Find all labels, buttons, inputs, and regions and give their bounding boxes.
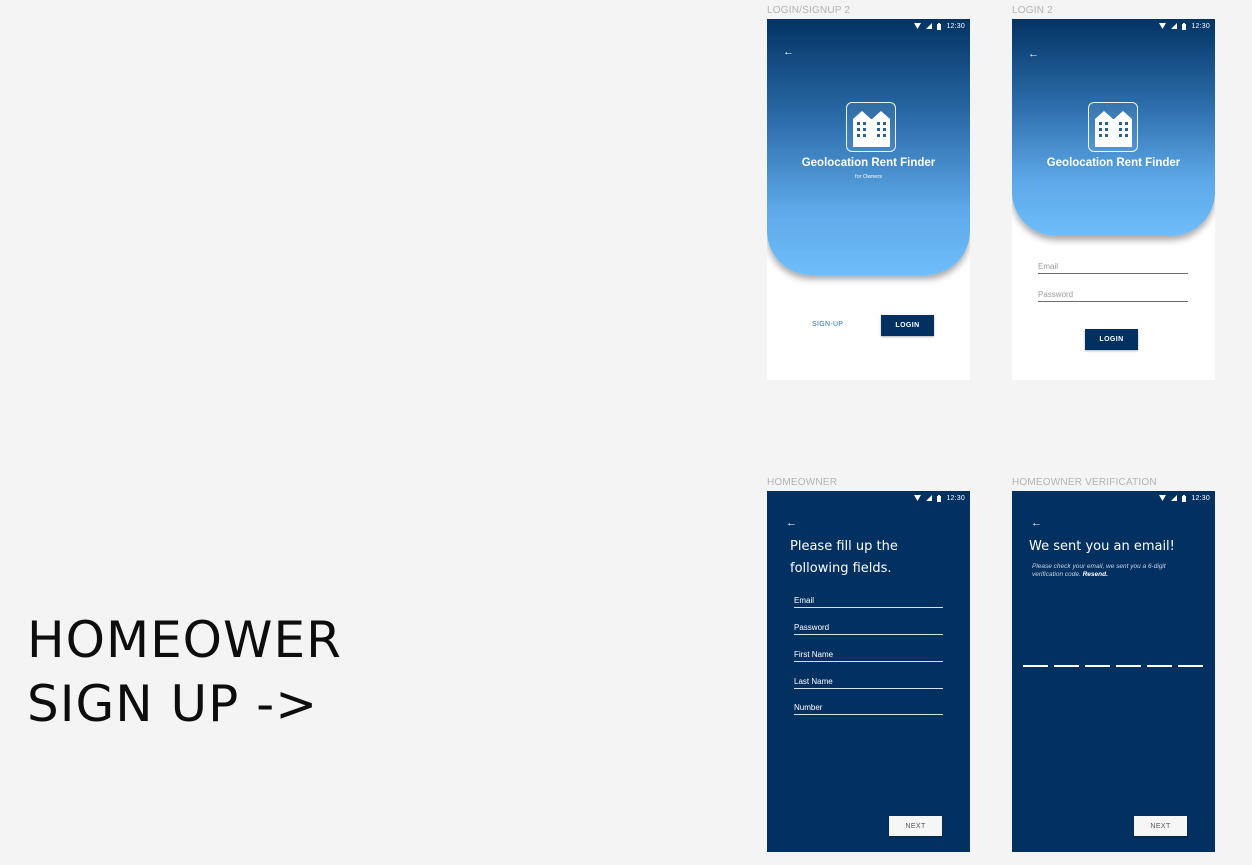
caption-line-2: SIGN UP ->	[27, 675, 319, 733]
signal-icon	[1171, 23, 1178, 29]
next-button[interactable]: NEXT	[1134, 816, 1187, 836]
email-field[interactable]: Email	[1038, 262, 1188, 274]
battery-icon	[937, 22, 942, 30]
status-time: 12:30	[946, 494, 965, 502]
app-title: Geolocation Rent Finder	[801, 157, 936, 169]
signal-icon	[1171, 495, 1178, 501]
status-time: 12:30	[1191, 22, 1210, 30]
first-name-field[interactable]: First Name	[794, 650, 943, 662]
battery-icon	[1182, 22, 1187, 30]
wifi-icon	[914, 495, 922, 501]
frame-label-verification: HOMEOWNER VERIFICATION	[1012, 477, 1157, 488]
signal-icon	[926, 23, 933, 29]
battery-icon	[1182, 494, 1187, 502]
frame-label-login-signup: LOGIN/SIGNUP 2	[767, 5, 851, 16]
wifi-icon	[914, 23, 922, 29]
status-bar: 12:30	[914, 491, 965, 505]
code-slot[interactable]	[1054, 665, 1079, 667]
password-field[interactable]: Password	[1038, 290, 1188, 302]
next-button[interactable]: NEXT	[889, 816, 942, 836]
code-slot[interactable]	[1178, 665, 1203, 667]
login-button[interactable]: LOGIN	[881, 315, 934, 336]
page-heading: We sent you an email!	[1029, 539, 1175, 554]
login-screen: 12:30 ← Geolocation Rent Finder Email Pa…	[1012, 19, 1215, 380]
page-caption: HOMEOWER SIGN UP ->	[27, 608, 342, 736]
password-field[interactable]: Password	[794, 623, 943, 635]
back-arrow-icon[interactable]: ←	[1031, 517, 1042, 529]
back-arrow-icon[interactable]: ←	[783, 46, 794, 58]
code-slot[interactable]	[1116, 665, 1141, 667]
caption-line-1: HOMEOWER	[27, 611, 342, 669]
status-bar: 12:30	[1159, 491, 1210, 505]
building-logo-icon	[1088, 102, 1138, 152]
status-bar: 12:30	[1159, 19, 1210, 33]
signup-button[interactable]: SIGN-UP	[812, 321, 843, 328]
back-arrow-icon[interactable]: ←	[786, 517, 797, 529]
code-slot[interactable]	[1023, 665, 1048, 667]
page-heading-line-1: Please fill up the	[790, 539, 898, 554]
back-arrow-icon[interactable]: ←	[1028, 48, 1039, 60]
battery-icon	[937, 494, 942, 502]
number-field[interactable]: Number	[794, 703, 943, 715]
email-field[interactable]: Email	[794, 596, 943, 608]
page-heading-line-2: following fields.	[790, 561, 892, 576]
frame-label-homeowner: HOMEOWNER	[767, 477, 838, 488]
wifi-icon	[1159, 495, 1167, 501]
wifi-icon	[1159, 23, 1167, 29]
building-logo-icon	[846, 102, 896, 152]
login-signup-screen: 12:30 ← Geolocation Rent Finder for Owne…	[767, 19, 970, 380]
status-time: 12:30	[946, 22, 965, 30]
verification-screen: 12:30 ← We sent you an email! Please che…	[1012, 491, 1215, 852]
code-slot[interactable]	[1085, 665, 1110, 667]
frame-label-login: LOGIN 2	[1012, 5, 1053, 16]
app-subtitle: for Owners	[855, 174, 882, 180]
signal-icon	[926, 495, 933, 501]
code-slot[interactable]	[1147, 665, 1172, 667]
login-button[interactable]: LOGIN	[1085, 329, 1138, 350]
app-title: Geolocation Rent Finder	[1046, 157, 1181, 169]
last-name-field[interactable]: Last Name	[794, 677, 943, 689]
status-bar: 12:30	[914, 19, 965, 33]
status-time: 12:30	[1191, 494, 1210, 502]
resend-link[interactable]: Resend.	[1083, 571, 1108, 578]
homeowner-screen: 12:30 ← Please fill up the following fie…	[767, 491, 970, 852]
verification-message: Please check your email, we sent you a 6…	[1032, 563, 1192, 579]
